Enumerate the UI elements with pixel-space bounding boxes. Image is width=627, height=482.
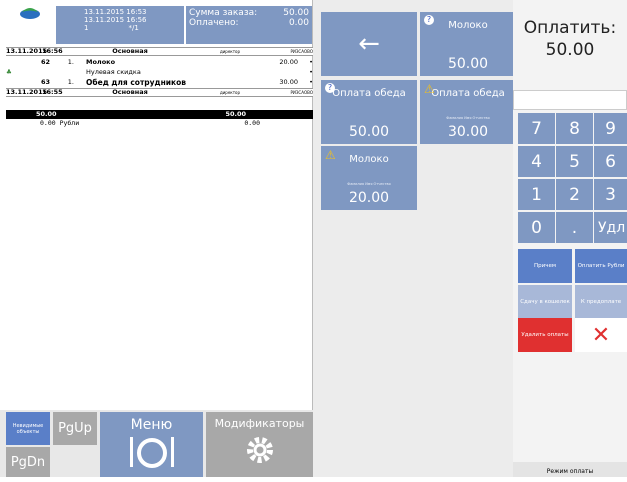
payment-mode-label[interactable]: Режим оплаты [513,462,627,477]
guests-count: 1 [84,24,89,32]
key-4[interactable]: 4 [518,146,555,177]
plate-icon [129,437,174,468]
unrelated-objects-button[interactable]: Невидимые объекты [6,412,50,445]
paid-value: 0.00 [288,18,309,28]
order-sum-box: Сумма заказа: 50.00 Оплачено: 0.00 [186,6,312,44]
question-icon: ? [325,83,335,93]
change-to-wallet-button[interactable]: Сдачу в кошелек [518,285,572,319]
order-item[interactable]: ♣ Нулевая скидка • [6,68,313,77]
key-6[interactable]: 6 [594,146,627,177]
key-2[interactable]: 2 [556,179,593,210]
payment-tile-lunch[interactable]: Оплата обеда 50.00 ? [321,80,417,144]
to-prepayment-button[interactable]: К предоплате [575,285,627,319]
delete-payments-button[interactable]: Удалить оплаты [518,318,572,352]
amount-input[interactable] [513,90,627,110]
order-header: 13.11.2015 16:53 13.11.2015 16:56 1 */1 С… [6,6,312,44]
reasons-button[interactable]: Причем [518,249,572,283]
last-datetime: 13.11.2015 16:56 [84,16,147,24]
pay-rub-button[interactable]: Оплатить Рубли [575,249,627,283]
discount-icon: ♣ [6,68,12,76]
order-total-row[interactable]: 50.00 50.00 [6,110,313,119]
order-group-header[interactable]: 13.11.2015 16:55 Основная директор РИЗСА… [6,88,313,97]
payment-panel: Оплатить: 50.00 7 8 9 4 5 6 1 2 3 0 . Уд… [513,0,627,477]
key-1[interactable]: 1 [518,179,555,210]
modifiers-label: Модификаторы [214,417,305,430]
key-3[interactable]: 3 [594,179,627,210]
key-dot[interactable]: . [556,212,593,243]
key-8[interactable]: 8 [556,113,593,144]
table-num: */1 [128,24,139,32]
order-group-header[interactable]: 13.11.2015 16:56 Основная директор РИЗСА… [6,47,313,56]
pgup-button[interactable]: PgUp [53,412,97,445]
key-0[interactable]: 0 [518,212,555,243]
sum-label: Сумма заказа: [189,8,258,18]
order-panel: 13.11.2015 16:53 13.11.2015 16:56 1 */1 С… [0,0,313,477]
pgdn-button[interactable]: PgDn [6,447,50,477]
back-button[interactable]: ← [321,12,417,76]
left-bottom-bar: Невидимые объекты PgUp PgDn Меню Модифик… [0,410,313,477]
product-tile-milk[interactable]: Молоко 50.00 ? [420,12,516,76]
open-datetime: 13.11.2015 16:53 [84,8,147,16]
cancel-button[interactable]: ✕ [575,318,627,352]
modifiers-button[interactable]: Модификаторы [206,412,313,477]
question-icon: ? [424,15,434,25]
product-tile-milk-2[interactable]: Молоко Фамилия Имя Отчество 20.00 ⚠ [321,146,417,210]
key-delete[interactable]: Удл [594,212,627,243]
payment-tile-lunch-2[interactable]: Оплата обеда Фамилия Имя Отчество 30.00 … [420,80,516,144]
key-5[interactable]: 5 [556,146,593,177]
app-logo [6,6,54,44]
key-9[interactable]: 9 [594,113,627,144]
order-item[interactable]: 62 1. Молоко 20.00 • [6,58,313,67]
gear-icon [246,437,273,463]
sum-value: 50.00 [283,8,309,18]
order-item[interactable]: 63 1. Обед для сотрудников 30.00 • [6,78,313,87]
warning-icon: ⚠ [424,82,435,96]
menu-label: Меню [130,417,173,433]
key-7[interactable]: 7 [518,113,555,144]
order-time-info: 13.11.2015 16:53 13.11.2015 16:56 1 */1 [56,6,184,44]
warning-icon: ⚠ [325,148,336,162]
product-panel: ← Молоко 50.00 ? Оплата обеда 50.00 ? Оп… [313,0,516,477]
paid-label: Оплачено: [189,18,239,28]
payment-row[interactable]: 0.00 Рубли 0.00 [6,119,313,128]
pay-amount: 50.00 [545,40,595,60]
pay-label: Оплатить: [523,18,617,38]
menu-button[interactable]: Меню [100,412,203,477]
